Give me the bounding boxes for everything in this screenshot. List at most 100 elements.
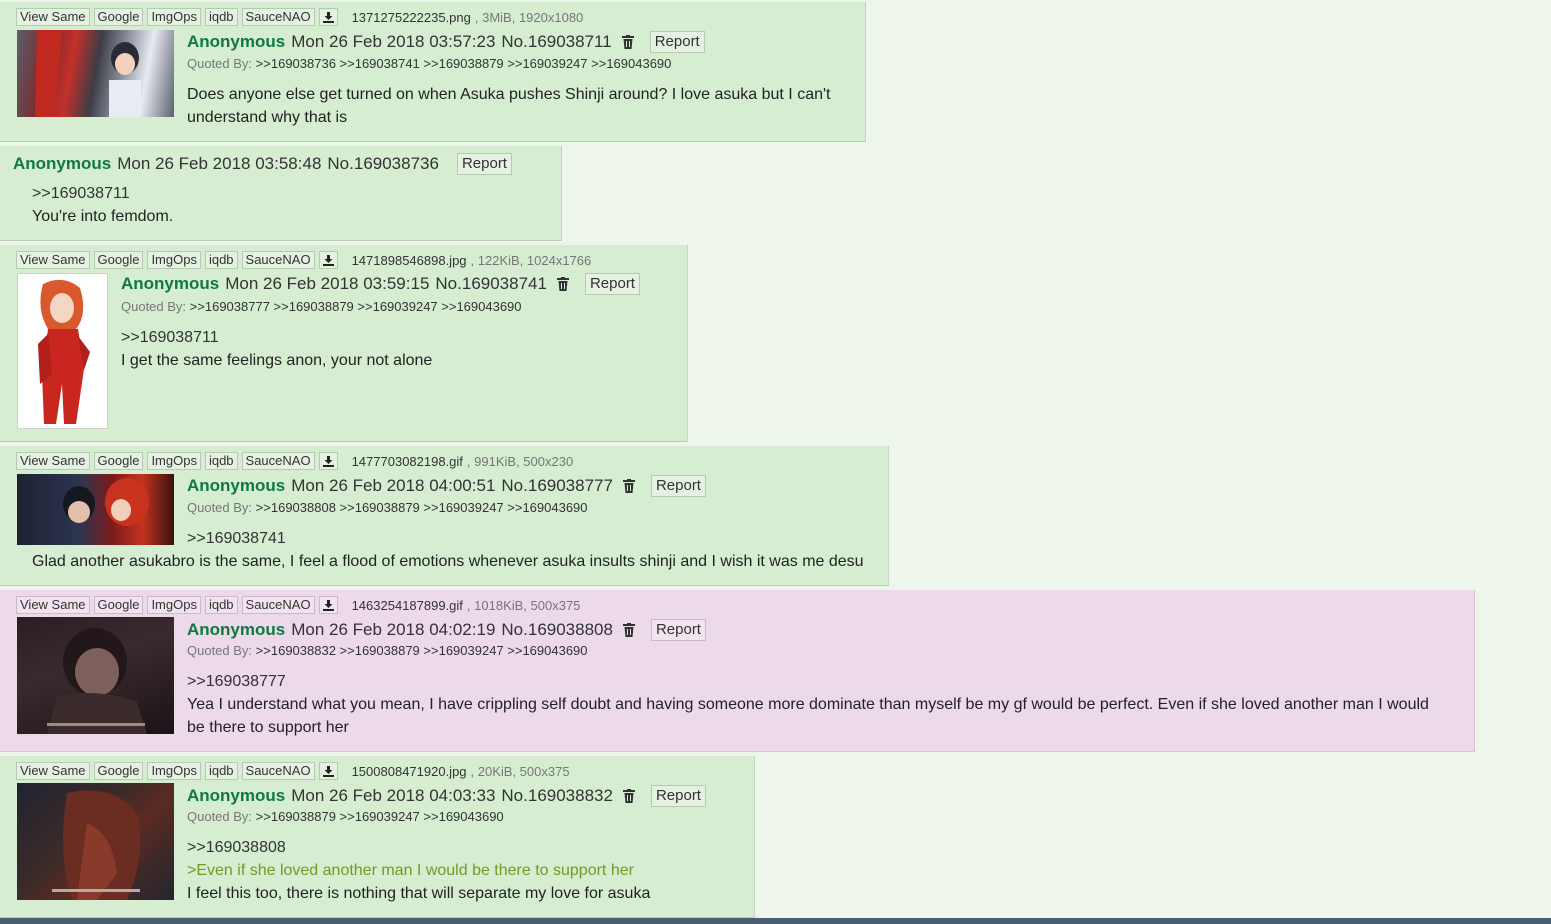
- quote-link[interactable]: >>169038711: [32, 182, 173, 205]
- quote-link[interactable]: >>169038711: [121, 326, 432, 349]
- saucenao-button[interactable]: SauceNAO: [241, 596, 315, 614]
- iqdb-button[interactable]: iqdb: [204, 762, 238, 780]
- post-thumbnail[interactable]: [17, 474, 174, 545]
- image-toolbar: View Same Google ImgOps iqdb SauceNAO 14…: [16, 596, 580, 614]
- quoted-by: Quoted By: >>169038808 >>169038879 >>169…: [187, 500, 588, 515]
- post-date: Mon 26 Feb 2018 03:57:23: [291, 32, 496, 51]
- imgops-button[interactable]: ImgOps: [147, 8, 201, 26]
- quoted-by-label: Quoted By:: [187, 809, 253, 824]
- view-same-button[interactable]: View Same: [16, 762, 90, 780]
- post-date: Mon 26 Feb 2018 03:58:48: [117, 154, 322, 173]
- file-name-link[interactable]: 1477703082198.gif: [352, 454, 463, 469]
- quoted-by: Quoted By: >>169038832 >>169038879 >>169…: [187, 643, 588, 658]
- post-date: Mon 26 Feb 2018 03:59:15: [225, 274, 430, 293]
- iqdb-button[interactable]: iqdb: [204, 452, 238, 470]
- message-line: understand why that is: [187, 109, 348, 126]
- download-icon[interactable]: [318, 762, 338, 780]
- saucenao-button[interactable]: SauceNAO: [241, 762, 315, 780]
- post-header: Anonymous Mon 26 Feb 2018 03:57:23 No.16…: [187, 31, 705, 53]
- poster-name: Anonymous: [187, 476, 286, 495]
- file-name-link[interactable]: 1371275222235.png: [352, 10, 471, 25]
- download-icon[interactable]: [318, 251, 338, 269]
- image-toolbar: View Same Google ImgOps iqdb SauceNAO 15…: [16, 762, 570, 780]
- trash-icon[interactable]: [556, 276, 573, 292]
- download-icon[interactable]: [318, 596, 338, 614]
- message-line: Yea I understand what you mean, I have c…: [187, 696, 1429, 713]
- trash-icon[interactable]: [621, 34, 638, 50]
- imgops-button[interactable]: ImgOps: [147, 596, 201, 614]
- google-button[interactable]: Google: [93, 596, 144, 614]
- quote-link[interactable]: >>169038741: [187, 527, 286, 550]
- quoted-by-links[interactable]: >>169038832 >>169038879 >>169039247 >>16…: [256, 643, 588, 658]
- view-same-button[interactable]: View Same: [16, 452, 90, 470]
- post-message: >>169038711 You're into femdom.: [32, 182, 173, 228]
- imgops-button[interactable]: ImgOps: [147, 452, 201, 470]
- report-button[interactable]: Report: [584, 273, 640, 295]
- iqdb-button[interactable]: iqdb: [204, 8, 238, 26]
- trash-icon[interactable]: [622, 478, 639, 494]
- post-thumbnail[interactable]: [17, 30, 174, 117]
- iqdb-button[interactable]: iqdb: [204, 596, 238, 614]
- post-number-link[interactable]: No.169038711: [501, 32, 611, 52]
- google-button[interactable]: Google: [93, 762, 144, 780]
- post-169038711: View Same Google ImgOps iqdb SauceNAO 13…: [0, 2, 866, 142]
- message-line: I feel this too, there is nothing that w…: [187, 885, 651, 902]
- iqdb-button[interactable]: iqdb: [204, 251, 238, 269]
- file-meta: , 1018KiB, 500x375: [466, 597, 581, 613]
- google-button[interactable]: Google: [93, 452, 144, 470]
- report-button[interactable]: Report: [649, 31, 705, 53]
- message-line: I get the same feelings anon, your not a…: [121, 352, 433, 369]
- poster-name: Anonymous: [187, 32, 286, 51]
- quoted-by: Quoted By: >>169038879 >>169039247 >>169…: [187, 809, 504, 824]
- view-same-button[interactable]: View Same: [16, 8, 90, 26]
- view-same-button[interactable]: View Same: [16, 596, 90, 614]
- quoted-by-label: Quoted By:: [121, 299, 187, 314]
- report-button[interactable]: Report: [650, 785, 706, 807]
- saucenao-button[interactable]: SauceNAO: [241, 251, 315, 269]
- quoted-by-links[interactable]: >>169038777 >>169038879 >>169039247 >>16…: [190, 299, 522, 314]
- saucenao-button[interactable]: SauceNAO: [241, 452, 315, 470]
- download-icon[interactable]: [318, 8, 338, 26]
- image-toolbar: View Same Google ImgOps iqdb SauceNAO 14…: [16, 452, 573, 470]
- file-name-link[interactable]: 1471898546898.jpg: [352, 253, 467, 268]
- post-message: >>169038777 Yea I understand what you me…: [187, 670, 1467, 739]
- google-button[interactable]: Google: [93, 8, 144, 26]
- imgops-button[interactable]: ImgOps: [147, 762, 201, 780]
- greentext-line: >Even if she loved another man I would b…: [187, 862, 634, 879]
- trash-icon[interactable]: [622, 788, 639, 804]
- report-button[interactable]: Report: [650, 475, 706, 497]
- post-message: Does anyone else get turned on when Asuk…: [187, 83, 857, 129]
- post-169038741: View Same Google ImgOps iqdb SauceNAO 14…: [0, 245, 688, 442]
- view-same-button[interactable]: View Same: [16, 251, 90, 269]
- post-header: Anonymous Mon 26 Feb 2018 04:03:33 No.16…: [187, 785, 706, 807]
- post-thumbnail[interactable]: [17, 273, 108, 429]
- download-icon[interactable]: [318, 452, 338, 470]
- message-line: You're into femdom.: [32, 208, 174, 225]
- google-button[interactable]: Google: [93, 251, 144, 269]
- quote-link[interactable]: >>169038777: [187, 670, 1467, 693]
- post-number-link[interactable]: No.169038736: [327, 154, 439, 174]
- quoted-by-links[interactable]: >>169038736 >>169038741 >>169038879 >>16…: [256, 56, 672, 71]
- post-number-link[interactable]: No.169038832: [501, 786, 613, 806]
- imgops-button[interactable]: ImgOps: [147, 251, 201, 269]
- report-button[interactable]: Report: [650, 619, 706, 641]
- file-meta: , 20KiB, 500x375: [470, 763, 570, 779]
- quoted-by-links[interactable]: >>169038808 >>169038879 >>169039247 >>16…: [256, 500, 588, 515]
- quoted-by-links[interactable]: >>169038879 >>169039247 >>169043690: [256, 809, 504, 824]
- message-line: be there to support her: [187, 719, 349, 736]
- post-thumbnail[interactable]: [17, 617, 174, 734]
- quoted-by: Quoted By: >>169038736 >>169038741 >>169…: [187, 56, 671, 71]
- quote-link[interactable]: >>169038808: [187, 836, 650, 859]
- saucenao-button[interactable]: SauceNAO: [241, 8, 315, 26]
- post-number-link[interactable]: No.169038777: [501, 476, 613, 496]
- post-thumbnail[interactable]: [17, 783, 174, 900]
- report-button[interactable]: Report: [456, 153, 512, 175]
- post-number-link[interactable]: No.169038808: [501, 620, 613, 640]
- trash-icon[interactable]: [622, 622, 639, 638]
- file-meta: , 122KiB, 1024x1766: [470, 252, 592, 268]
- post-169038808: View Same Google ImgOps iqdb SauceNAO 14…: [0, 590, 1475, 752]
- post-number-link[interactable]: No.169038741: [435, 274, 547, 294]
- file-name-link[interactable]: 1463254187899.gif: [352, 598, 463, 613]
- file-name-link[interactable]: 1500808471920.jpg: [352, 764, 467, 779]
- post-header: Anonymous Mon 26 Feb 2018 04:02:19 No.16…: [187, 619, 706, 641]
